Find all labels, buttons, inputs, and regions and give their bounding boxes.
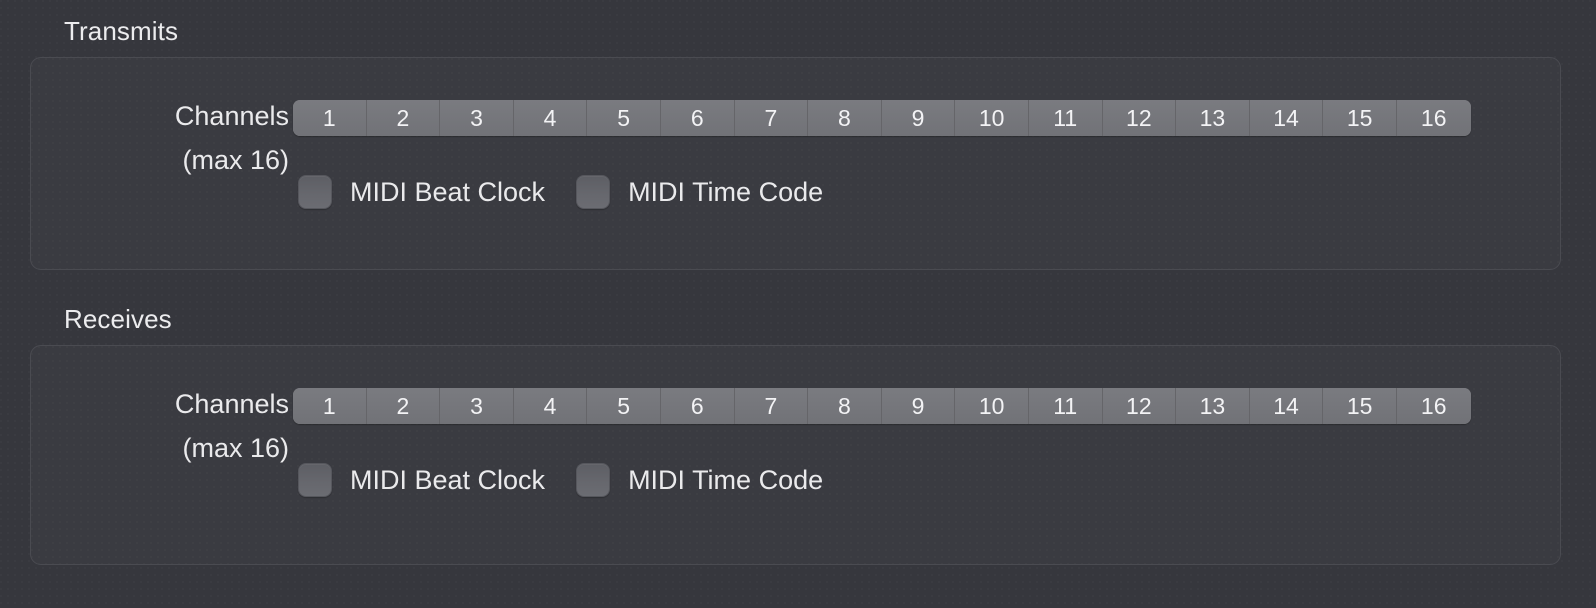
checkbox-box-icon[interactable] [298, 175, 332, 209]
checkbox-label: MIDI Time Code [628, 176, 824, 207]
receives-group-box: Channels (max 16) 1 2 3 4 5 6 7 8 9 10 11 12 13 14 15 1… [30, 345, 1561, 565]
channel-segment-8[interactable]: 8 [808, 388, 882, 424]
checkbox-label: MIDI Time Code [628, 464, 824, 495]
channel-segment-3[interactable]: 3 [440, 100, 514, 136]
channel-segment-2[interactable]: 2 [366, 388, 441, 424]
channels-label-line1: Channels [174, 389, 289, 419]
channel-segment-10[interactable]: 10 [955, 100, 1029, 136]
channel-segmented-control-receives[interactable]: 1 2 3 4 5 6 7 8 9 10 11 12 13 14 15 16 [293, 388, 1471, 424]
channels-label-line2: (max 16) [182, 145, 289, 175]
channels-label-line2: (max 16) [182, 433, 289, 463]
channel-segment-15[interactable]: 15 [1323, 388, 1397, 424]
channel-segment-9[interactable]: 9 [881, 388, 956, 424]
checkbox-label: MIDI Beat Clock [350, 464, 546, 495]
channels-label-receives: Channels (max 16) [71, 382, 289, 470]
checkbox-box-icon[interactable] [576, 175, 611, 209]
channel-segment-8[interactable]: 8 [808, 100, 882, 136]
channel-segment-10[interactable]: 10 [955, 388, 1029, 424]
checkbox-midi-beat-clock[interactable]: MIDI Beat Clock [298, 463, 545, 497]
channel-segmented-control-transmits[interactable]: 1 2 3 4 5 6 7 8 9 10 11 12 13 14 15 16 [293, 100, 1471, 136]
channel-segment-4[interactable]: 4 [513, 100, 588, 136]
channel-segment-9[interactable]: 9 [881, 100, 956, 136]
channel-segment-13[interactable]: 13 [1176, 388, 1250, 424]
checkbox-midi-beat-clock[interactable]: MIDI Beat Clock [298, 175, 545, 209]
section-title-transmits: Transmits [64, 16, 179, 46]
checkbox-midi-time-code[interactable]: MIDI Time Code [576, 175, 823, 209]
checkbox-box-icon[interactable] [576, 463, 611, 497]
channel-segment-7[interactable]: 7 [734, 388, 809, 424]
channel-segment-12[interactable]: 12 [1102, 388, 1177, 424]
channels-label-line1: Channels [174, 101, 289, 131]
channel-segment-12[interactable]: 12 [1102, 100, 1177, 136]
channel-segment-16[interactable]: 16 [1396, 388, 1471, 424]
channel-segment-4[interactable]: 4 [513, 388, 588, 424]
clock-options-transmits: MIDI Beat Clock MIDI Time Code [298, 175, 823, 209]
checkbox-box-icon[interactable] [298, 463, 332, 497]
channel-segment-6[interactable]: 6 [660, 100, 735, 136]
section-title-receives: Receives [64, 304, 172, 334]
transmits-group-box: Channels (max 16) 1 2 3 4 5 6 7 8 9 10 11 12 13 14 15 1… [30, 57, 1561, 270]
channel-segment-14[interactable]: 14 [1249, 388, 1324, 424]
channel-segment-1[interactable]: 1 [293, 100, 367, 136]
channel-segment-2[interactable]: 2 [366, 100, 441, 136]
checkbox-label: MIDI Beat Clock [350, 176, 546, 207]
channel-segment-15[interactable]: 15 [1323, 100, 1397, 136]
clock-options-receives: MIDI Beat Clock MIDI Time Code [298, 463, 823, 497]
channel-segment-1[interactable]: 1 [293, 388, 367, 424]
channels-label-transmits: Channels (max 16) [71, 94, 289, 182]
channel-segment-11[interactable]: 11 [1028, 100, 1103, 136]
channel-segment-5[interactable]: 5 [587, 100, 661, 136]
channel-segment-16[interactable]: 16 [1396, 100, 1471, 136]
channel-segment-7[interactable]: 7 [734, 100, 809, 136]
channel-segment-5[interactable]: 5 [587, 388, 661, 424]
channel-segment-3[interactable]: 3 [440, 388, 514, 424]
channel-segment-14[interactable]: 14 [1249, 100, 1324, 136]
channel-segment-13[interactable]: 13 [1176, 100, 1250, 136]
checkbox-midi-time-code[interactable]: MIDI Time Code [576, 463, 823, 497]
channel-segment-6[interactable]: 6 [660, 388, 735, 424]
channel-segment-11[interactable]: 11 [1028, 388, 1103, 424]
